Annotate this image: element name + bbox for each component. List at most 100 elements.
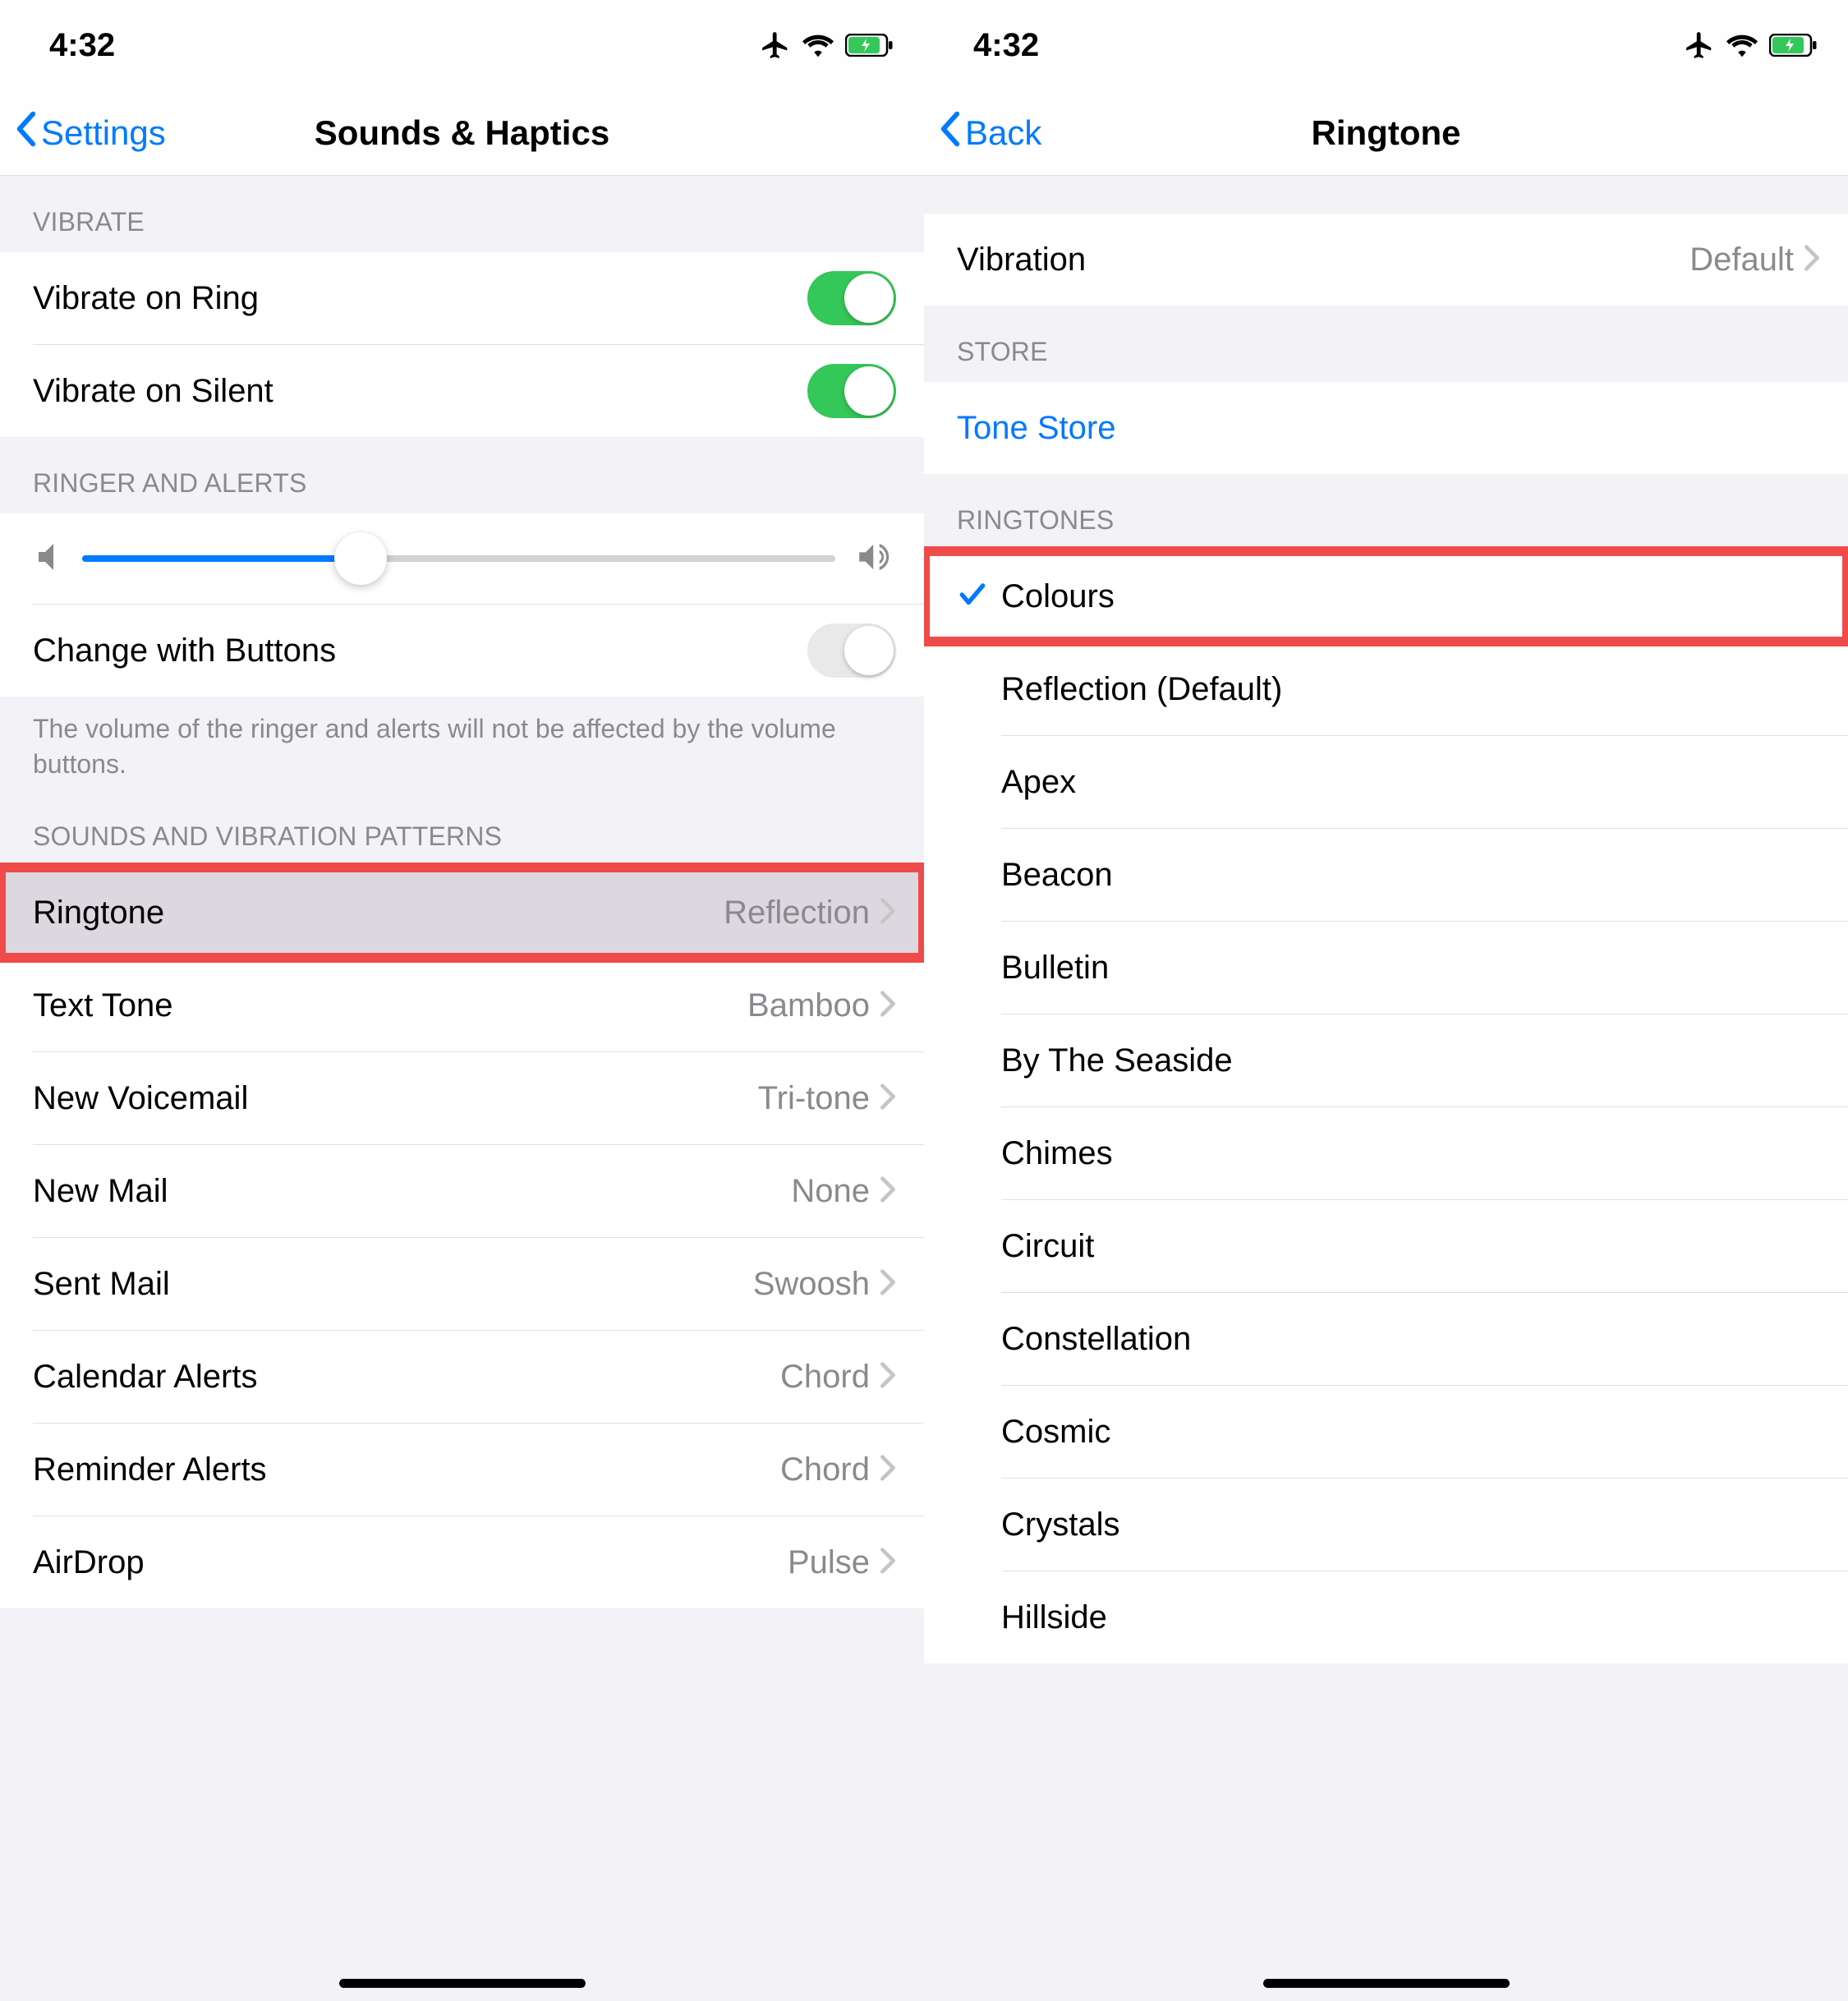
chevron-right-icon xyxy=(880,1175,896,1208)
chevron-right-icon xyxy=(880,1268,896,1300)
row-ringtone[interactable]: RingtoneReflection xyxy=(0,867,924,959)
content: VIBRATE Vibrate on Ring Vibrate on Silen… xyxy=(0,176,924,2001)
section-header-ringer: RINGER AND ALERTS xyxy=(0,437,924,513)
row-label: Tone Store xyxy=(957,410,1820,447)
row-label: New Voicemail xyxy=(33,1080,758,1117)
ringtone-label: Reflection (Default) xyxy=(1001,671,1820,708)
row-value: Chord xyxy=(780,1451,870,1488)
toggle-vibrate-on-ring[interactable] xyxy=(807,271,896,325)
section-footer-ringer: The volume of the ringer and alerts will… xyxy=(0,697,924,790)
content: Vibration Default STORE Tone Store RINGT… xyxy=(924,176,1848,2001)
screen-ringtone: 4:32 Back Ringtone Vibration De xyxy=(924,0,1848,2001)
chevron-right-icon xyxy=(880,897,896,929)
ringtone-label: Constellation xyxy=(1001,1321,1820,1358)
ringtone-constellation[interactable]: Constellation xyxy=(924,1293,1848,1385)
row-label: Change with Buttons xyxy=(33,632,807,669)
chevron-right-icon xyxy=(880,1454,896,1486)
ringtone-circuit[interactable]: Circuit xyxy=(924,1200,1848,1292)
volume-slider[interactable] xyxy=(82,555,835,562)
toggle-change-with-buttons[interactable] xyxy=(807,623,896,678)
ringtone-label: Hillside xyxy=(1001,1599,1820,1636)
row-reminder-alerts[interactable]: Reminder AlertsChord xyxy=(0,1424,924,1516)
row-airdrop[interactable]: AirDropPulse xyxy=(0,1516,924,1608)
battery-charging-icon xyxy=(845,34,894,57)
ringtone-apex[interactable]: Apex xyxy=(924,736,1848,828)
back-button[interactable]: Back xyxy=(924,111,1041,155)
chevron-right-icon xyxy=(880,990,896,1022)
volume-low-icon xyxy=(38,544,59,574)
nav-bar: Back Ringtone xyxy=(924,90,1848,176)
screen-sounds-haptics: 4:32 Settings Sounds & Haptics VIBRATE V xyxy=(0,0,924,2001)
status-bar: 4:32 xyxy=(924,0,1848,90)
section-header-ringtones: RINGTONES xyxy=(924,474,1848,550)
row-label: Vibrate on Silent xyxy=(33,373,807,410)
ringtone-label: Crystals xyxy=(1001,1506,1820,1543)
row-label: Reminder Alerts xyxy=(33,1451,780,1488)
row-label: Vibration xyxy=(957,242,1689,278)
ringtone-beacon[interactable]: Beacon xyxy=(924,829,1848,921)
ringtone-label: Circuit xyxy=(1001,1228,1820,1265)
row-value: None xyxy=(791,1173,870,1210)
ringtone-reflection-default-[interactable]: Reflection (Default) xyxy=(924,643,1848,735)
chevron-right-icon xyxy=(880,1547,896,1579)
row-label: Sent Mail xyxy=(33,1266,753,1303)
ringtone-colours[interactable]: Colours xyxy=(924,550,1848,642)
row-calendar-alerts[interactable]: Calendar AlertsChord xyxy=(0,1331,924,1423)
ringtone-by-the-seaside[interactable]: By The Seaside xyxy=(924,1014,1848,1106)
section-header-sounds: SOUNDS AND VIBRATION PATTERNS xyxy=(0,790,924,867)
home-indicator[interactable] xyxy=(339,1979,586,1988)
chevron-right-icon xyxy=(880,1361,896,1393)
ringtone-label: Apex xyxy=(1001,764,1820,801)
wifi-icon xyxy=(802,33,834,58)
wifi-icon xyxy=(1726,33,1758,58)
ringtone-label: Colours xyxy=(1001,578,1820,615)
chevron-right-icon xyxy=(880,1083,896,1115)
ringtone-bulletin[interactable]: Bulletin xyxy=(924,922,1848,1014)
back-label: Settings xyxy=(41,113,166,153)
row-label: Ringtone xyxy=(33,895,724,932)
row-value: Chord xyxy=(780,1359,870,1396)
row-vibrate-on-ring[interactable]: Vibrate on Ring xyxy=(0,252,924,344)
row-tone-store[interactable]: Tone Store xyxy=(924,382,1848,474)
row-label: New Mail xyxy=(33,1173,791,1210)
chevron-left-icon xyxy=(13,111,38,155)
row-label: Vibrate on Ring xyxy=(33,280,807,317)
status-icons xyxy=(760,30,894,61)
row-label: Calendar Alerts xyxy=(33,1359,780,1396)
row-value: Tri-tone xyxy=(758,1080,870,1117)
ringtone-label: Bulletin xyxy=(1001,950,1820,987)
section-header-store: STORE xyxy=(924,306,1848,382)
ringtone-chimes[interactable]: Chimes xyxy=(924,1107,1848,1199)
nav-bar: Settings Sounds & Haptics xyxy=(0,90,924,176)
home-indicator[interactable] xyxy=(1263,1979,1510,1988)
selection-indicator xyxy=(944,579,1001,614)
row-label: AirDrop xyxy=(33,1544,788,1581)
volume-slider-row xyxy=(0,513,924,604)
row-change-with-buttons[interactable]: Change with Buttons xyxy=(0,605,924,697)
chevron-right-icon xyxy=(1804,244,1820,276)
back-label: Back xyxy=(965,113,1041,153)
chevron-left-icon xyxy=(937,111,962,155)
row-vibrate-on-silent[interactable]: Vibrate on Silent xyxy=(0,345,924,437)
checkmark-icon xyxy=(956,579,989,614)
row-sent-mail[interactable]: Sent MailSwoosh xyxy=(0,1238,924,1330)
ringtone-hillside[interactable]: Hillside xyxy=(924,1571,1848,1663)
row-new-voicemail[interactable]: New VoicemailTri-tone xyxy=(0,1052,924,1144)
ringtone-label: Cosmic xyxy=(1001,1414,1820,1451)
row-label: Text Tone xyxy=(33,987,747,1024)
ringtone-cosmic[interactable]: Cosmic xyxy=(924,1386,1848,1478)
status-bar: 4:32 xyxy=(0,0,924,90)
row-value: Default xyxy=(1689,242,1794,278)
airplane-mode-icon xyxy=(760,30,791,61)
airplane-mode-icon xyxy=(1684,30,1715,61)
ringtone-label: Beacon xyxy=(1001,857,1820,894)
row-value: Pulse xyxy=(788,1544,870,1581)
ringtone-crystals[interactable]: Crystals xyxy=(924,1479,1848,1571)
toggle-vibrate-on-silent[interactable] xyxy=(807,364,896,418)
row-new-mail[interactable]: New MailNone xyxy=(0,1145,924,1237)
back-button[interactable]: Settings xyxy=(0,111,166,155)
row-value: Bamboo xyxy=(747,987,870,1024)
row-text-tone[interactable]: Text ToneBamboo xyxy=(0,959,924,1051)
page-title: Ringtone xyxy=(924,113,1848,153)
row-vibration[interactable]: Vibration Default xyxy=(924,214,1848,306)
